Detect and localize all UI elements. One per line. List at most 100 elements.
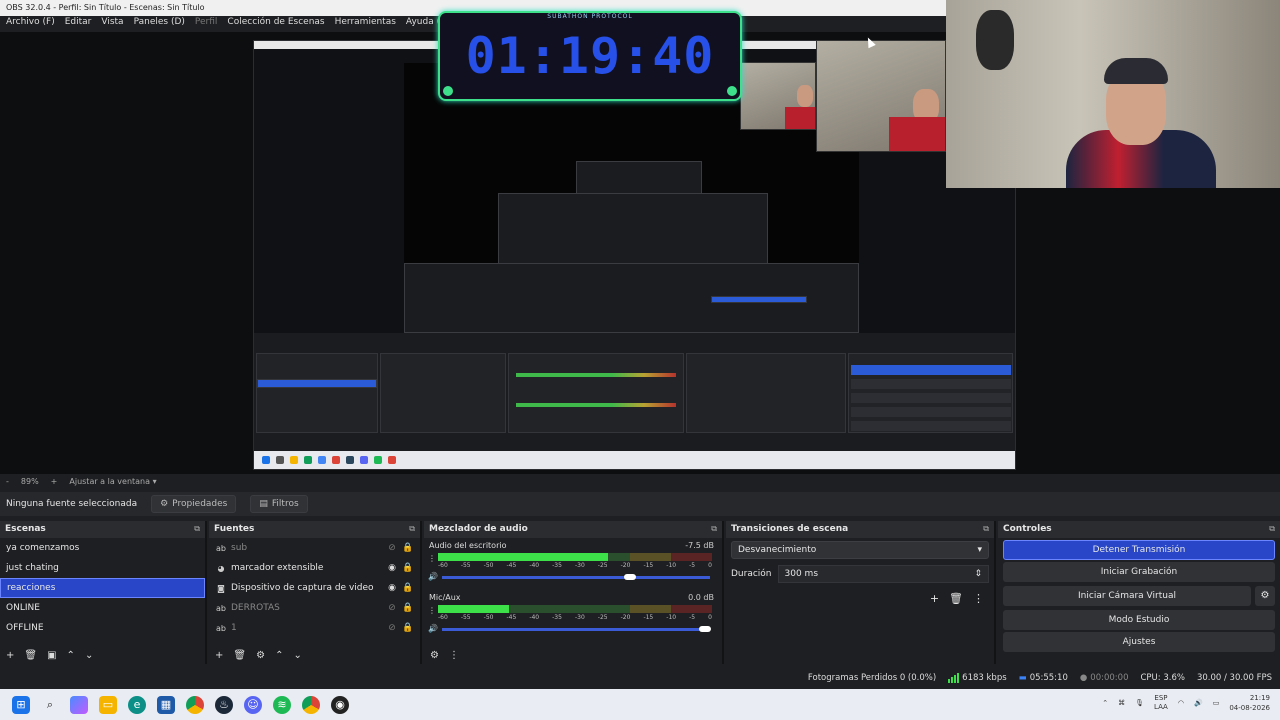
speaker-icon[interactable]: 🔊 xyxy=(428,572,438,581)
scene-item[interactable]: reacciones xyxy=(0,578,205,598)
source-label: sub xyxy=(231,543,248,553)
lock-icon[interactable]: 🔒 xyxy=(402,583,414,593)
source-item[interactable]: ab 1 ⊘ 🔒 xyxy=(209,618,420,638)
slider-knob[interactable] xyxy=(698,626,711,632)
add-source-button[interactable]: + xyxy=(215,650,223,661)
volume-slider[interactable] xyxy=(442,626,711,632)
undock-icon[interactable]: ⧉ xyxy=(711,524,717,535)
source-item[interactable]: ab sub ⊘ 🔒 xyxy=(209,538,420,558)
eye-icon[interactable]: ◉ xyxy=(386,563,398,573)
undock-icon[interactable]: ⧉ xyxy=(194,524,200,535)
filters-button[interactable]: ▤ Filtros xyxy=(250,495,308,513)
menu-scene-collection[interactable]: Colección de Escenas xyxy=(227,17,324,31)
remove-source-button[interactable]: 🗑 xyxy=(233,650,246,661)
steam-icon[interactable]: ♨ xyxy=(215,695,233,714)
start-virtual-cam-button[interactable]: Iniciar Cámara Virtual xyxy=(1003,586,1251,606)
copilot-icon[interactable] xyxy=(70,695,88,714)
zoom-out-button[interactable]: - xyxy=(6,477,9,486)
channel-volume-db: 0.0 dB xyxy=(688,593,714,602)
undock-icon[interactable]: ⧉ xyxy=(409,524,415,535)
menu-edit[interactable]: Editar xyxy=(65,17,92,31)
transition-select[interactable]: Desvanecimiento ▾ xyxy=(731,541,989,559)
search-icon[interactable]: ⌕ xyxy=(41,696,59,714)
lock-icon[interactable]: 🔒 xyxy=(402,623,414,633)
add-scene-button[interactable]: + xyxy=(6,650,14,661)
store-icon[interactable]: ▦ xyxy=(157,695,175,714)
channel-name: Audio del escritorio xyxy=(429,541,507,550)
duration-spinbox[interactable]: 300 ms ⇕ xyxy=(777,565,989,583)
meter-ticks: -60 -55 -50 -45 -40 -35 -30 -25 -20 -15 -10 -5 0 xyxy=(438,562,712,569)
scene-item[interactable]: OFFLINE xyxy=(0,618,205,638)
advanced-audio-button[interactable]: ⚙ xyxy=(430,650,439,661)
menu-file[interactable]: Archivo (F) xyxy=(6,17,55,31)
remove-scene-button[interactable]: 🗑 xyxy=(24,650,37,661)
chevron-up-icon[interactable]: ⌃ xyxy=(1102,699,1108,707)
undock-icon[interactable]: ⧉ xyxy=(1269,524,1275,535)
add-transition-button[interactable]: + xyxy=(930,592,939,605)
studio-mode-button[interactable]: Modo Estudio xyxy=(1003,610,1275,630)
start-recording-button[interactable]: Iniciar Grabación xyxy=(1003,562,1275,582)
timer-title: SUBATHON PROTOCOL xyxy=(547,13,633,20)
menu-view[interactable]: Vista xyxy=(101,17,123,31)
volume-slider[interactable] xyxy=(442,574,710,580)
file-explorer-icon[interactable]: ▭ xyxy=(99,695,117,714)
eye-icon[interactable]: ◉ xyxy=(386,583,398,593)
windows-start-icon[interactable]: ⊞ xyxy=(12,695,30,714)
source-item[interactable]: ◙ Dispositivo de captura de video ◉ 🔒 xyxy=(209,578,420,598)
volume-icon[interactable]: 🔊 xyxy=(1194,699,1203,707)
source-properties-button[interactable]: ⚙ xyxy=(256,650,265,661)
channel-menu-icon[interactable]: ⋮ xyxy=(428,554,436,563)
chrome-icon[interactable] xyxy=(186,695,204,714)
lock-icon[interactable]: 🔒 xyxy=(402,543,414,553)
spotify-icon[interactable]: ≋ xyxy=(273,695,291,714)
scene-item[interactable]: ya comenzamos xyxy=(0,538,205,558)
source-item[interactable]: ◕ marcador extensible ◉ 🔒 xyxy=(209,558,420,578)
move-up-button[interactable]: ⌃ xyxy=(275,650,283,661)
network-icon[interactable]: ⌘ xyxy=(1118,699,1125,707)
menu-tools[interactable]: Herramientas xyxy=(335,17,396,31)
virtual-cam-settings-icon[interactable]: ⚙ xyxy=(1255,586,1275,606)
tick-label: -20 xyxy=(620,562,631,569)
wifi-icon[interactable]: ◠ xyxy=(1178,699,1184,707)
lock-icon[interactable]: 🔒 xyxy=(402,603,414,613)
source-label: Dispositivo de captura de video xyxy=(231,583,374,593)
slider-knob[interactable] xyxy=(623,574,636,580)
undock-icon[interactable]: ⧉ xyxy=(983,524,989,535)
clock[interactable]: 21:19 04-08-2026 xyxy=(1229,693,1270,713)
properties-button[interactable]: ⚙ Propiedades xyxy=(151,495,237,513)
eye-hidden-icon[interactable]: ⊘ xyxy=(386,543,398,553)
obs-icon[interactable]: ◉ xyxy=(331,695,349,714)
channel-menu-icon[interactable]: ⋮ xyxy=(428,606,436,615)
source-toolbar: Ninguna fuente seleccionada ⚙ Propiedades… xyxy=(0,492,1280,516)
source-item[interactable]: ab DERROTAS ⊘ 🔒 xyxy=(209,598,420,618)
battery-icon[interactable]: ▭ xyxy=(1213,699,1220,707)
mixer-menu-button[interactable]: ⋮ xyxy=(449,650,459,661)
transition-menu-button[interactable]: ⋮ xyxy=(973,592,984,605)
timer-value: 01:19:40 xyxy=(465,27,715,85)
remove-transition-button[interactable]: 🗑 xyxy=(949,592,963,605)
move-down-button[interactable]: ⌄ xyxy=(85,650,93,661)
meter-level xyxy=(438,553,608,561)
settings-button[interactable]: Ajustes xyxy=(1003,632,1275,652)
menu-profile[interactable]: Perfil xyxy=(195,17,218,31)
scene-item[interactable]: just chating xyxy=(0,558,205,578)
language-indicator[interactable]: ESP LAA xyxy=(1154,694,1168,712)
lock-icon[interactable]: 🔒 xyxy=(402,563,414,573)
discord-icon[interactable]: ☺ xyxy=(244,695,262,714)
scene-filters-button[interactable]: ▣ xyxy=(47,650,56,661)
chevron-down-icon: ▾ xyxy=(977,545,982,555)
chrome-profile-icon[interactable] xyxy=(302,695,320,714)
eye-hidden-icon[interactable]: ⊘ xyxy=(386,623,398,633)
menu-docks[interactable]: Paneles (D) xyxy=(134,17,185,31)
microphone-icon[interactable]: 🎙 xyxy=(1135,699,1144,707)
mixer-footer: ⚙ ⋮ xyxy=(424,646,722,664)
zoom-in-button[interactable]: + xyxy=(51,477,58,486)
eye-hidden-icon[interactable]: ⊘ xyxy=(386,603,398,613)
move-up-button[interactable]: ⌃ xyxy=(67,650,75,661)
scene-item[interactable]: ONLINE xyxy=(0,598,205,618)
zoom-fit-select[interactable]: Ajustar a la ventana ▾ xyxy=(69,477,156,486)
edge-icon[interactable]: e xyxy=(128,695,146,714)
move-down-button[interactable]: ⌄ xyxy=(293,650,301,661)
speaker-icon[interactable]: 🔊 xyxy=(428,624,438,633)
stop-stream-button[interactable]: Detener Transmisión xyxy=(1003,540,1275,560)
